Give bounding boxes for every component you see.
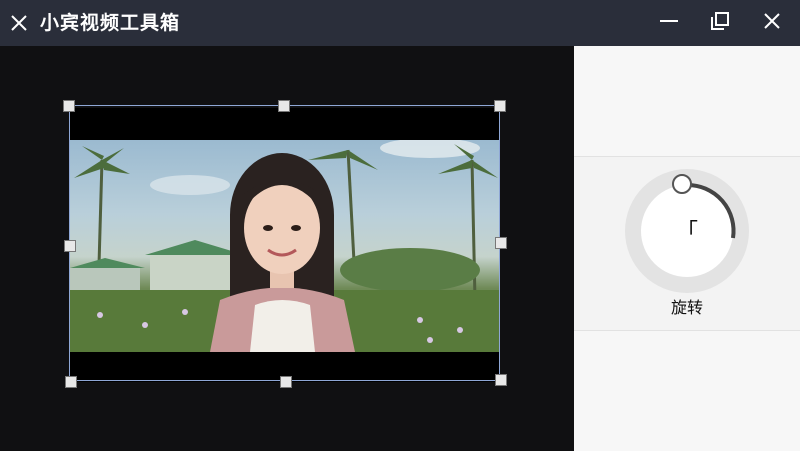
rotate-label: 旋转 xyxy=(670,298,703,317)
dial-value: 「 xyxy=(675,220,698,245)
minimize-button[interactable] xyxy=(654,9,684,37)
rotate-panel: 「 旋转 xyxy=(574,46,800,451)
panel-top-section xyxy=(574,46,800,157)
close-icon xyxy=(762,11,782,35)
maximize-icon xyxy=(709,10,731,36)
dial-knob[interactable] xyxy=(672,174,692,194)
minimize-icon xyxy=(658,10,680,36)
window-title: 小宾视频工具箱 xyxy=(40,12,181,34)
crop-handle-top-left[interactable] xyxy=(63,100,75,112)
crop-handle-bottom-left[interactable] xyxy=(65,376,77,388)
title-bar: 小宾视频工具箱 xyxy=(0,0,800,46)
crop-handle-left[interactable] xyxy=(64,240,76,252)
crop-handle-top[interactable] xyxy=(278,100,290,112)
crop-frame[interactable] xyxy=(69,105,500,381)
crop-handle-top-right[interactable] xyxy=(494,100,506,112)
panel-bottom-section xyxy=(574,330,800,451)
crop-handle-bottom-right[interactable] xyxy=(495,374,507,386)
rotation-dial[interactable]: 「 xyxy=(624,168,750,294)
close-button[interactable] xyxy=(757,9,787,37)
crop-handle-right[interactable] xyxy=(495,237,507,249)
close-icon[interactable] xyxy=(6,10,32,36)
maximize-button[interactable] xyxy=(705,9,735,37)
crop-handle-bottom[interactable] xyxy=(280,376,292,388)
